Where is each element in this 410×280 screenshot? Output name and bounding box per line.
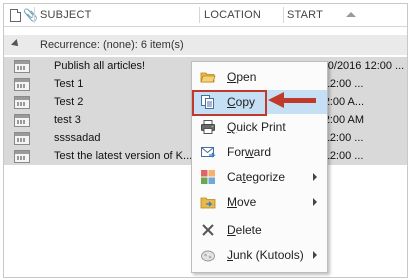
column-header-location[interactable]: LOCATION — [204, 4, 261, 26]
row-subject: Test 1 — [54, 78, 84, 90]
menu-item-open[interactable]: Open — [192, 65, 327, 89]
forward-icon — [201, 147, 216, 158]
menu-item-delete[interactable]: Delete — [192, 218, 327, 242]
appointment-icon — [14, 132, 30, 145]
copy-icon — [201, 95, 214, 109]
sort-ascending-icon — [346, 12, 356, 17]
attachment-column-icon[interactable]: 📎 — [23, 8, 38, 22]
menu-item-move[interactable]: Move — [192, 190, 327, 214]
categorize-icon — [201, 170, 215, 184]
submenu-arrow-icon — [313, 173, 317, 181]
appointment-icon — [14, 114, 30, 127]
annotation-arrow-head — [268, 92, 284, 108]
item-type-column-icon[interactable] — [10, 9, 21, 22]
menu-item-label: Open — [227, 70, 257, 84]
submenu-arrow-icon — [313, 198, 317, 206]
submenu-arrow-icon — [313, 251, 317, 259]
column-divider — [283, 7, 284, 23]
menu-item-label: Junk (Kutools) — [227, 248, 304, 262]
folder-open-icon — [200, 72, 216, 83]
group-label: Recurrence: (none): 6 item(s) — [40, 39, 184, 51]
menu-item-junk-kutools[interactable]: Junk (Kutools) — [192, 243, 327, 267]
menu-item-label: Copy — [227, 95, 256, 109]
menu-item-categorize[interactable]: Categorize — [192, 165, 327, 189]
row-subject: test 3 — [54, 114, 81, 126]
group-header-recurrence[interactable]: Recurrence: (none): 6 item(s) — [4, 35, 407, 55]
column-header-subject[interactable]: SUBJECT — [40, 4, 92, 26]
column-divider — [199, 7, 200, 23]
column-header-start[interactable]: START — [287, 4, 323, 26]
menu-item-forward[interactable]: Forward — [192, 140, 327, 164]
row-subject: ssssadad — [54, 132, 101, 144]
row-subject: Test the latest version of K... — [54, 150, 193, 162]
appointment-icon — [14, 96, 30, 109]
appointment-icon — [14, 60, 30, 73]
context-menu: Open Copy Quick Print Forward Categorize… — [191, 61, 328, 273]
junk-icon — [201, 250, 215, 262]
menu-item-label: Delete — [227, 223, 262, 237]
menu-item-label: Quick Print — [227, 120, 286, 134]
row-subject: Publish all articles! — [54, 60, 146, 72]
menu-item-label: Move — [227, 195, 257, 209]
group-collapse-icon[interactable] — [11, 39, 21, 49]
row-subject: Test 2 — [54, 96, 84, 108]
menu-item-quick-print[interactable]: Quick Print — [192, 115, 327, 139]
column-header-bar: 📎 SUBJECT LOCATION START — [4, 4, 407, 27]
appointment-icon — [14, 150, 30, 163]
appointment-icon — [14, 78, 30, 91]
column-divider — [34, 7, 35, 23]
move-folder-icon — [200, 197, 216, 209]
annotation-arrow-shaft — [282, 98, 316, 103]
menu-item-label: Forward — [227, 145, 272, 159]
printer-icon — [201, 120, 215, 134]
delete-x-icon — [202, 224, 214, 236]
menu-item-label: Categorize — [227, 170, 286, 184]
